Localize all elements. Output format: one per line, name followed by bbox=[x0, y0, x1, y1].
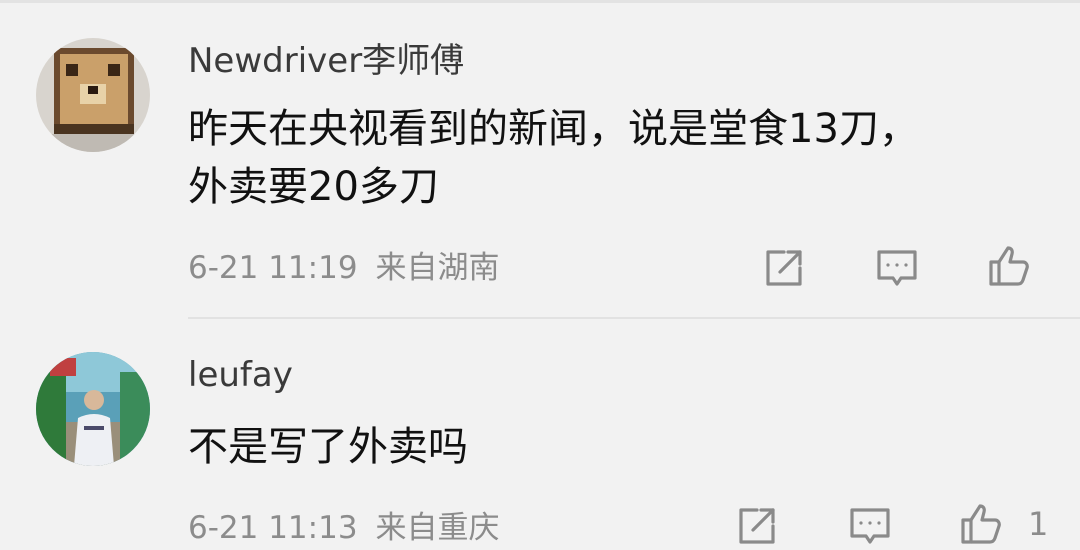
comment-text: 昨天在央视看到的新闻，说是堂食13刀， 外卖要20多刀 bbox=[188, 106, 919, 210]
comment-meta: 6-21 11:19 来自湖南 bbox=[188, 248, 500, 288]
share-button[interactable] bbox=[733, 502, 781, 550]
comment-date: 6-21 11:19 bbox=[188, 250, 358, 286]
comment-divider bbox=[188, 317, 1080, 319]
comment-icon bbox=[846, 502, 894, 550]
comment-location: 来自湖南 bbox=[375, 250, 500, 286]
comment-text: 不是写了外卖吗 bbox=[188, 424, 468, 470]
comment-date: 6-21 11:13 bbox=[188, 510, 358, 546]
comment-meta: 6-21 11:13 来自重庆 bbox=[188, 508, 500, 548]
share-icon bbox=[760, 244, 808, 292]
like-button[interactable] bbox=[986, 242, 1034, 290]
reply-button[interactable] bbox=[873, 244, 921, 292]
like-button[interactable]: 1 bbox=[958, 500, 1048, 548]
avatar[interactable] bbox=[36, 352, 150, 466]
comment-username[interactable]: leufay bbox=[188, 352, 293, 398]
comment-location: 来自重庆 bbox=[375, 510, 500, 546]
comment-username[interactable]: Newdriver李师傅 bbox=[188, 38, 464, 84]
share-button[interactable] bbox=[760, 244, 808, 292]
like-count: 1 bbox=[1028, 505, 1049, 543]
top-divider bbox=[0, 0, 1080, 3]
thumbs-up-icon bbox=[986, 242, 1034, 290]
avatar[interactable] bbox=[36, 38, 150, 152]
share-icon bbox=[733, 502, 781, 550]
reply-button[interactable] bbox=[846, 502, 894, 550]
comment-icon bbox=[873, 244, 921, 292]
thumbs-up-icon bbox=[958, 500, 1006, 548]
